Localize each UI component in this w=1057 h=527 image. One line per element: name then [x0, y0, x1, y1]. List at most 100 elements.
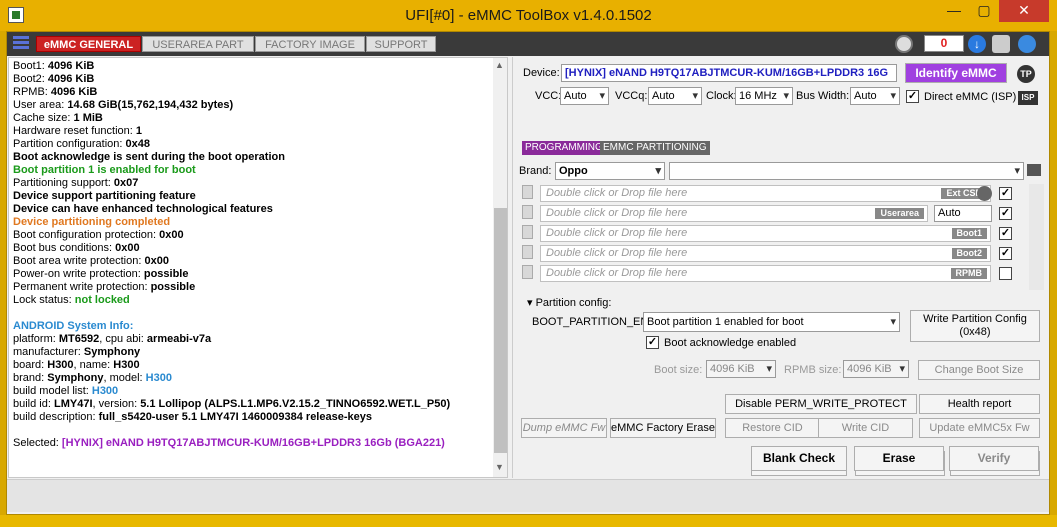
- hamburger-menu-icon[interactable]: [13, 36, 29, 52]
- minimize-button[interactable]: —: [940, 0, 968, 22]
- folder-icon[interactable]: [1027, 164, 1041, 176]
- log-value: 0x00: [115, 242, 140, 254]
- partition-config-expander[interactable]: ▾ Partition config:: [527, 295, 611, 311]
- log-key: Permanent write protection:: [13, 281, 151, 293]
- log-line: Device support partitioning feature: [13, 190, 196, 203]
- log-value: Device can have enhanced technological f…: [13, 203, 273, 215]
- info-icon[interactable]: [992, 35, 1010, 53]
- disable-perm-write-protect-button[interactable]: Disable PERM_WRITE_PROTECT: [725, 394, 917, 414]
- log-line: Boot acknowledge is sent during the boot…: [13, 151, 285, 164]
- restore-cid-button[interactable]: Restore CID: [725, 418, 820, 438]
- slot-checkbox[interactable]: [999, 267, 1012, 280]
- drop-placeholder: Double click or Drop file here: [546, 187, 688, 199]
- close-button[interactable]: ✕: [999, 0, 1049, 22]
- emmc-factory-erase-button[interactable]: eMMC Factory Erase: [610, 418, 716, 438]
- log-panel[interactable]: Boot1: 4096 KiB Boot2: 4096 KiB RPMB: 4096…: [8, 57, 508, 478]
- settings-wheel-icon[interactable]: [895, 35, 913, 53]
- brand-select[interactable]: Oppo: [555, 162, 665, 180]
- rpmb-size-select[interactable]: 4096 KiB: [843, 360, 909, 378]
- log-value: 1 MiB: [73, 112, 103, 124]
- boot-partition-select[interactable]: Boot partition 1 enabled for boot: [643, 312, 900, 332]
- tab-emmc-general[interactable]: eMMC GENERAL: [36, 36, 141, 52]
- write-partition-config-button[interactable]: Write Partition Config (0x48): [910, 310, 1040, 342]
- health-report-button[interactable]: Health report: [919, 394, 1040, 414]
- subtab-emmc-partitioning[interactable]: EMMC PARTITIONING: [600, 141, 710, 155]
- drop-file-field[interactable]: Double click or Drop file here Userarea: [540, 205, 928, 222]
- drop-file-field[interactable]: Double click or Drop file here Boot2: [540, 245, 991, 262]
- log-line: Permanent write protection: possible: [13, 281, 195, 294]
- log-value: LMY47I: [53, 398, 93, 410]
- log-line: manufacturer: Symphony: [13, 346, 140, 359]
- bus-width-label: Bus Width:: [796, 90, 850, 102]
- top-toolbar: eMMC GENERAL USERAREA PART FACTORY IMAGE…: [7, 32, 1049, 56]
- write-partition-config-value: (0x48): [959, 326, 991, 338]
- tp-button[interactable]: TP: [1017, 65, 1035, 83]
- title-bar[interactable]: UFI[#0] - eMMC ToolBox v1.4.0.1502 — ▢ ✕: [0, 0, 1057, 31]
- tab-support[interactable]: SUPPORT: [366, 36, 436, 52]
- taskbar: [0, 515, 1057, 527]
- log-line: ANDROID System Info:: [13, 320, 133, 333]
- slot-checkbox[interactable]: ✓: [999, 207, 1012, 220]
- userarea-mode-field[interactable]: Auto: [934, 205, 992, 222]
- log-value: 4096 KiB: [50, 86, 98, 98]
- log-key: Boot2:: [13, 73, 48, 85]
- erase-button[interactable]: Erase: [854, 446, 944, 471]
- model-select[interactable]: [669, 162, 1024, 180]
- log-line: Device can have enhanced technological f…: [13, 203, 273, 216]
- update-emmc5x-fw-button[interactable]: Update eMMC5x Fw: [919, 418, 1040, 438]
- log-line: Lock status: not locked: [13, 294, 130, 307]
- slot-checkbox[interactable]: ✓: [999, 247, 1012, 260]
- drop-file-field[interactable]: Double click or Drop file here RPMB: [540, 265, 991, 282]
- direct-emmc-checkbox[interactable]: ✓: [906, 90, 919, 103]
- change-boot-size-button[interactable]: Change Boot Size: [918, 360, 1040, 380]
- tab-userarea-part[interactable]: USERAREA PART: [142, 36, 254, 52]
- scroll-up-icon[interactable]: ▲: [495, 60, 504, 70]
- drop-placeholder: Double click or Drop file here: [546, 247, 688, 259]
- write-cid-button[interactable]: Write CID: [818, 418, 913, 438]
- download-icon[interactable]: ↓: [968, 35, 986, 53]
- slot-tag: Boot2: [951, 248, 987, 259]
- drop-file-field[interactable]: Double click or Drop file here Ext CSD: [540, 185, 991, 202]
- app-window: UFI[#0] - eMMC ToolBox v1.4.0.1502 — ▢ ✕…: [0, 0, 1057, 515]
- log-key: Boot area write protection:: [13, 255, 145, 267]
- log-value: possible: [150, 281, 196, 293]
- file-icon: [522, 265, 533, 279]
- blank-check-button[interactable]: Blank Check: [751, 446, 847, 471]
- drop-file-field[interactable]: Double click or Drop file here Boot1: [540, 225, 991, 242]
- subtab-programming[interactable]: PROGRAMMING: [522, 141, 606, 155]
- vccq-select[interactable]: Auto: [648, 87, 702, 105]
- log-key: User area:: [13, 99, 68, 111]
- rpmb-size-label: RPMB size:: [784, 364, 842, 376]
- log-scroll-thumb[interactable]: [494, 208, 507, 453]
- boot-ack-checkbox[interactable]: ✓: [646, 336, 659, 349]
- slots-scrollbar[interactable]: [1029, 184, 1044, 290]
- log-key: , name:: [73, 359, 114, 371]
- log-scrollbar[interactable]: ▲ ▼: [493, 58, 507, 477]
- log-key: build model list:: [13, 385, 92, 397]
- gear-icon[interactable]: [977, 186, 992, 201]
- log-line: build id: LMY47I, version: 5.1 Lollipop …: [13, 398, 450, 411]
- log-value: possible: [143, 268, 189, 280]
- dump-emmc-fw-button[interactable]: Dump eMMC Fw: [521, 418, 607, 438]
- clock-select[interactable]: 16 MHz: [735, 87, 793, 105]
- slot-checkbox[interactable]: ✓: [999, 227, 1012, 240]
- log-key: Power-on write protection:: [13, 268, 144, 280]
- log-value: ANDROID System Info:: [13, 320, 134, 332]
- log-value: H300: [47, 359, 74, 371]
- partition-config-label: Partition config:: [535, 297, 612, 309]
- slot-checkbox[interactable]: ✓: [999, 187, 1012, 200]
- file-icon: [522, 205, 533, 219]
- tab-factory-image[interactable]: FACTORY IMAGE: [255, 36, 365, 52]
- scroll-down-icon[interactable]: ▼: [495, 462, 504, 472]
- bus-width-select[interactable]: Auto: [850, 87, 900, 105]
- identify-emmc-button[interactable]: Identify eMMC: [905, 63, 1007, 83]
- verify-button[interactable]: Verify: [949, 446, 1039, 471]
- boot-size-select[interactable]: 4096 KiB: [706, 360, 776, 378]
- device-field[interactable]: [HYNIX] eNAND H9TQ17ABJTMCUR-KUM/16GB+LP…: [561, 64, 897, 82]
- drop-placeholder: Double click or Drop file here: [546, 207, 688, 219]
- gear-icon[interactable]: [1018, 35, 1036, 53]
- maximize-button[interactable]: ▢: [970, 0, 998, 22]
- log-line: Device partitioning completed: [13, 216, 170, 229]
- vcc-select[interactable]: Auto: [560, 87, 609, 105]
- log-key: Boot bus conditions:: [13, 242, 116, 254]
